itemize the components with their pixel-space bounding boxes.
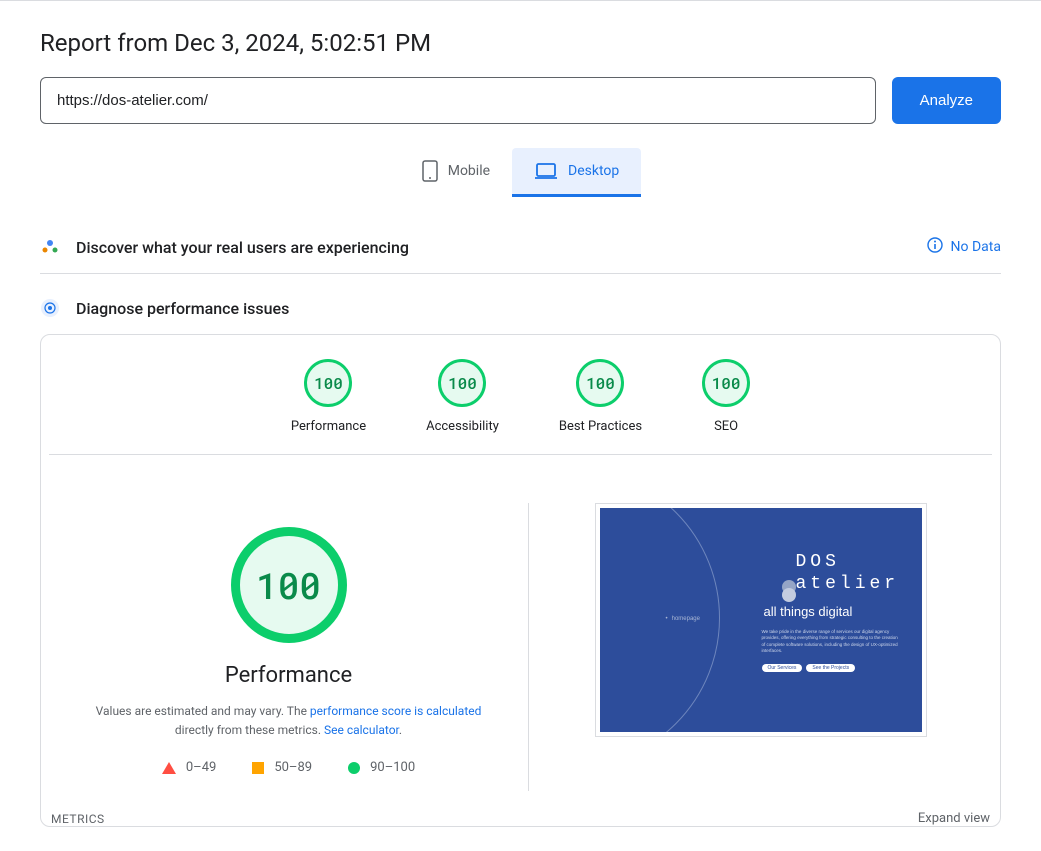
ss-blurb: We take pride in the diverse range of se… — [762, 629, 902, 654]
info-icon — [927, 237, 943, 257]
score-best-practices[interactable]: 100 Best Practices — [559, 359, 642, 434]
square-icon — [252, 762, 264, 774]
metrics-row: METRICS Expand view — [43, 799, 998, 826]
triangle-icon — [162, 762, 176, 774]
discover-section-header: Discover what your real users are experi… — [40, 221, 1001, 274]
score-calc-link[interactable]: performance score is calculated — [310, 704, 481, 718]
label-accessibility: Accessibility — [426, 419, 499, 434]
label-best-practices: Best Practices — [559, 419, 642, 434]
ss-brand2: atelier — [796, 574, 902, 594]
score-accessibility[interactable]: 100 Accessibility — [426, 359, 499, 434]
diagnose-title: Diagnose performance issues — [76, 299, 289, 318]
report-title: Report from Dec 3, 2024, 5:02:51 PM — [40, 29, 1001, 57]
ss-tagline: all things digital — [764, 604, 902, 619]
score-row: 100 Performance 100 Accessibility 100 Be… — [49, 335, 992, 455]
discover-title: Discover what your real users are experi… — [76, 238, 409, 257]
no-data-link[interactable]: No Data — [927, 237, 1001, 257]
ss-brand1: DOS — [796, 552, 902, 572]
gauge-accessibility: 100 — [438, 359, 486, 407]
url-row: Analyze — [40, 77, 1001, 124]
device-tabs: Mobile Desktop — [40, 148, 1001, 197]
gauge-best-practices: 100 — [576, 359, 624, 407]
tab-mobile-label: Mobile — [448, 163, 490, 179]
people-icon — [40, 237, 60, 257]
performance-heading: Performance — [225, 663, 352, 688]
desktop-icon — [534, 162, 558, 180]
see-calculator-link[interactable]: See calculator — [324, 723, 399, 737]
legend-orange: 50–89 — [252, 760, 312, 775]
url-input[interactable] — [40, 77, 876, 124]
analyze-button[interactable]: Analyze — [892, 77, 1001, 124]
ss-btn-services: Our Services — [762, 664, 803, 672]
diagnose-section-header: Diagnose performance issues — [40, 274, 1001, 334]
screenshot-panel: homepage DOS atelier all things digital … — [529, 503, 992, 791]
score-performance[interactable]: 100 Performance — [291, 359, 366, 434]
circle-icon — [348, 762, 360, 774]
tab-mobile[interactable]: Mobile — [400, 148, 512, 197]
metrics-label: METRICS — [51, 812, 105, 826]
gauge-seo: 100 — [702, 359, 750, 407]
gauge-large: 100 — [231, 527, 347, 643]
performance-summary: 100 Performance Values are estimated and… — [49, 503, 529, 791]
page-screenshot: homepage DOS atelier all things digital … — [595, 503, 927, 737]
legend-red: 0–49 — [162, 760, 216, 775]
report-card: 100 Performance 100 Accessibility 100 Be… — [40, 334, 1001, 827]
ss-btn-projects: See the Projects — [806, 664, 855, 672]
score-seo[interactable]: 100 SEO — [702, 359, 750, 434]
target-icon — [40, 298, 60, 318]
performance-detail: 100 Performance Values are estimated and… — [41, 455, 1000, 799]
gauge-performance: 100 — [304, 359, 352, 407]
performance-description: Values are estimated and may vary. The p… — [89, 702, 489, 740]
no-data-label: No Data — [951, 239, 1001, 255]
tab-desktop-label: Desktop — [568, 163, 619, 179]
score-legend: 0–49 50–89 90–100 — [162, 760, 415, 775]
mobile-icon — [422, 160, 438, 182]
label-performance: Performance — [291, 419, 366, 434]
label-seo: SEO — [714, 419, 738, 434]
tab-desktop[interactable]: Desktop — [512, 148, 641, 197]
expand-view-link[interactable]: Expand view — [918, 811, 990, 826]
legend-green: 90–100 — [348, 760, 415, 775]
ss-homepage-label: homepage — [666, 616, 700, 622]
